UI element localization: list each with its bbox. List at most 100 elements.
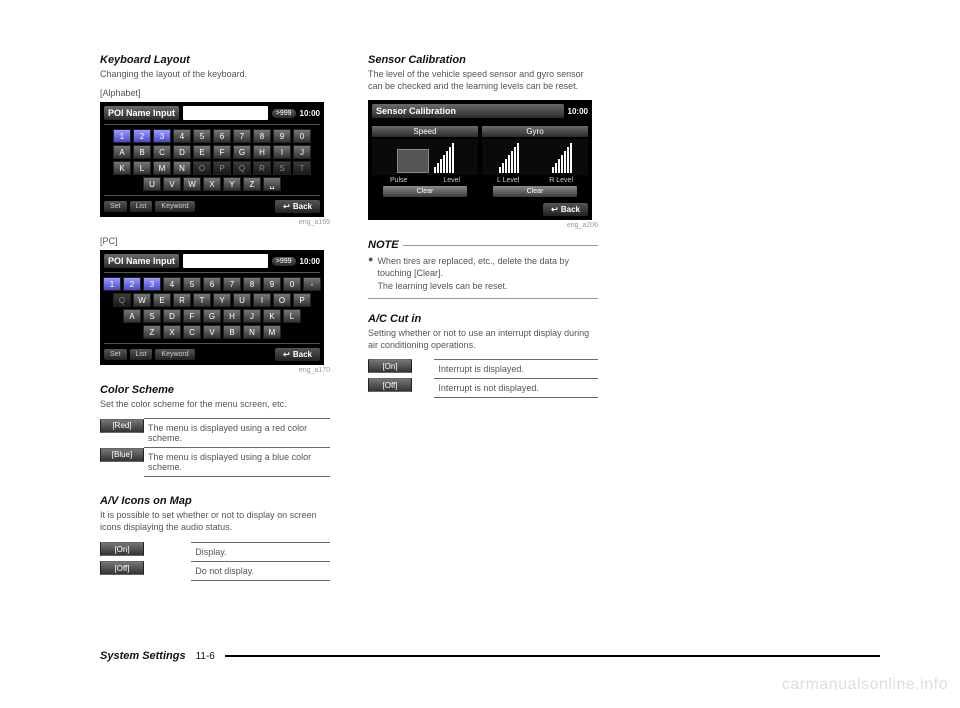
level-label: Level: [443, 177, 460, 184]
list-button[interactable]: List: [130, 349, 153, 360]
key-5[interactable]: 5: [193, 129, 211, 143]
key-3[interactable]: 3: [143, 277, 161, 291]
key-0[interactable]: 0: [283, 277, 301, 291]
key-d[interactable]: D: [163, 309, 181, 323]
key-k[interactable]: K: [113, 161, 131, 175]
key-r[interactable]: R: [253, 161, 271, 175]
key-6[interactable]: 6: [213, 129, 231, 143]
key-r[interactable]: R: [173, 293, 191, 307]
key-x[interactable]: X: [163, 325, 181, 339]
key-x[interactable]: X: [203, 177, 221, 191]
key-8[interactable]: 8: [243, 277, 261, 291]
list-button[interactable]: List: [130, 201, 153, 212]
key-t[interactable]: T: [193, 293, 211, 307]
back-button[interactable]: ↩ Back: [275, 348, 320, 361]
table-row: [Off] Do not display.: [100, 561, 330, 580]
key-s[interactable]: S: [143, 309, 161, 323]
key-e[interactable]: E: [193, 145, 211, 159]
key-u[interactable]: U: [233, 293, 251, 307]
key-9[interactable]: 9: [263, 277, 281, 291]
back-label: Back: [293, 350, 312, 359]
key-e[interactable]: E: [153, 293, 171, 307]
key-9[interactable]: 9: [273, 129, 291, 143]
key-f[interactable]: F: [183, 309, 201, 323]
key-w[interactable]: W: [183, 177, 201, 191]
key-z[interactable]: Z: [143, 325, 161, 339]
key-d[interactable]: D: [173, 145, 191, 159]
key-p[interactable]: P: [293, 293, 311, 307]
key-i[interactable]: I: [253, 293, 271, 307]
key-5[interactable]: 5: [183, 277, 201, 291]
gyro-clear-button[interactable]: Clear: [493, 186, 578, 197]
table-row: [On] Interrupt is displayed.: [368, 359, 598, 378]
key-l[interactable]: L: [133, 161, 151, 175]
key-t[interactable]: T: [293, 161, 311, 175]
key-m[interactable]: M: [263, 325, 281, 339]
speed-clear-button[interactable]: Clear: [383, 186, 468, 197]
key-y[interactable]: Y: [223, 177, 241, 191]
key-8[interactable]: 8: [253, 129, 271, 143]
option-key: [Off]: [100, 561, 144, 575]
key-k[interactable]: K: [263, 309, 281, 323]
page: Keyboard Layout Changing the layout of t…: [0, 0, 960, 708]
clock: 10:00: [300, 257, 320, 266]
key-4[interactable]: 4: [163, 277, 181, 291]
pulse-label: Pulse: [390, 177, 408, 184]
set-button[interactable]: Set: [104, 201, 127, 212]
key-o[interactable]: O: [193, 161, 211, 175]
key-c[interactable]: C: [153, 145, 171, 159]
key-2[interactable]: 2: [133, 129, 151, 143]
set-button[interactable]: Set: [104, 349, 127, 360]
key-b[interactable]: B: [133, 145, 151, 159]
key-h[interactable]: H: [223, 309, 241, 323]
key-o[interactable]: O: [273, 293, 291, 307]
key-p[interactable]: P: [213, 161, 231, 175]
key-space[interactable]: ␣: [263, 177, 281, 191]
key-a[interactable]: A: [123, 309, 141, 323]
key-f[interactable]: F: [213, 145, 231, 159]
key-n[interactable]: N: [243, 325, 261, 339]
key-q[interactable]: Q: [233, 161, 251, 175]
keyword-button[interactable]: Keyword: [155, 349, 194, 360]
key-c[interactable]: C: [183, 325, 201, 339]
count-text: >999: [276, 110, 292, 117]
key-w[interactable]: W: [133, 293, 151, 307]
poi-name-input[interactable]: [183, 106, 268, 120]
screen-bottom-row: ↩ Back: [372, 203, 588, 216]
r-level-label: R Level: [549, 177, 573, 184]
poi-name-input[interactable]: [183, 254, 268, 268]
key-v[interactable]: V: [203, 325, 221, 339]
key-b[interactable]: B: [223, 325, 241, 339]
key-j[interactable]: J: [243, 309, 261, 323]
key-s[interactable]: S: [273, 161, 291, 175]
key-a[interactable]: A: [113, 145, 131, 159]
key-g[interactable]: G: [203, 309, 221, 323]
key-y[interactable]: Y: [213, 293, 231, 307]
key-0[interactable]: 0: [293, 129, 311, 143]
key-g[interactable]: G: [233, 145, 251, 159]
key-n[interactable]: N: [173, 161, 191, 175]
key-m[interactable]: M: [153, 161, 171, 175]
key-j[interactable]: J: [293, 145, 311, 159]
keyword-button[interactable]: Keyword: [155, 201, 194, 212]
key-3[interactable]: 3: [153, 129, 171, 143]
key-i[interactable]: I: [273, 145, 291, 159]
key-v[interactable]: V: [163, 177, 181, 191]
back-button[interactable]: ↩ Back: [543, 203, 588, 216]
key-h[interactable]: H: [253, 145, 271, 159]
key-7[interactable]: 7: [223, 277, 241, 291]
key-u[interactable]: U: [143, 177, 161, 191]
key-6[interactable]: 6: [203, 277, 221, 291]
key-l[interactable]: L: [283, 309, 301, 323]
back-button[interactable]: ↩ Back: [275, 200, 320, 213]
key-4[interactable]: 4: [173, 129, 191, 143]
key-1[interactable]: 1: [103, 277, 121, 291]
key-z[interactable]: Z: [243, 177, 261, 191]
key-2[interactable]: 2: [123, 277, 141, 291]
watermark: carmanualsonline.info: [782, 676, 948, 694]
table-row: [Off] Interrupt is not displayed.: [368, 378, 598, 397]
key-7[interactable]: 7: [233, 129, 251, 143]
key-q[interactable]: Q: [113, 293, 131, 307]
key-dash[interactable]: -: [303, 277, 321, 291]
key-1[interactable]: 1: [113, 129, 131, 143]
